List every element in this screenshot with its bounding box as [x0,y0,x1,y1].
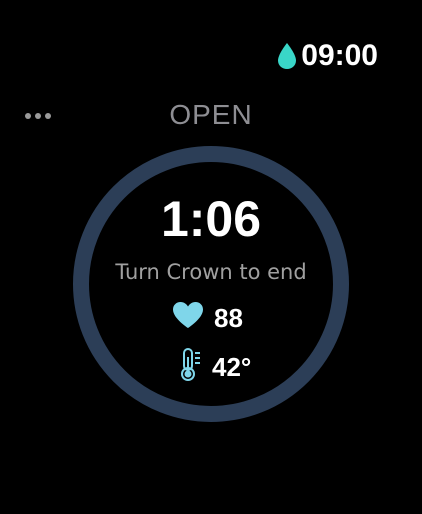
crown-hint: Turn Crown to end [115,260,307,284]
heart-rate-value: 88 [214,303,243,333]
status-time-text: 09:00 [301,39,378,72]
water-drop-icon [277,42,297,70]
heart-rate-row: 88 [172,301,243,336]
temperature-row: 42° [180,347,251,388]
mode-title: OPEN [169,99,253,130]
temperature-value: 42° [212,352,252,382]
session-timer: 1:06 [160,191,262,247]
heart-icon [172,301,204,336]
status-clock: 09:00 [277,38,378,74]
thermometer-icon [180,347,202,388]
